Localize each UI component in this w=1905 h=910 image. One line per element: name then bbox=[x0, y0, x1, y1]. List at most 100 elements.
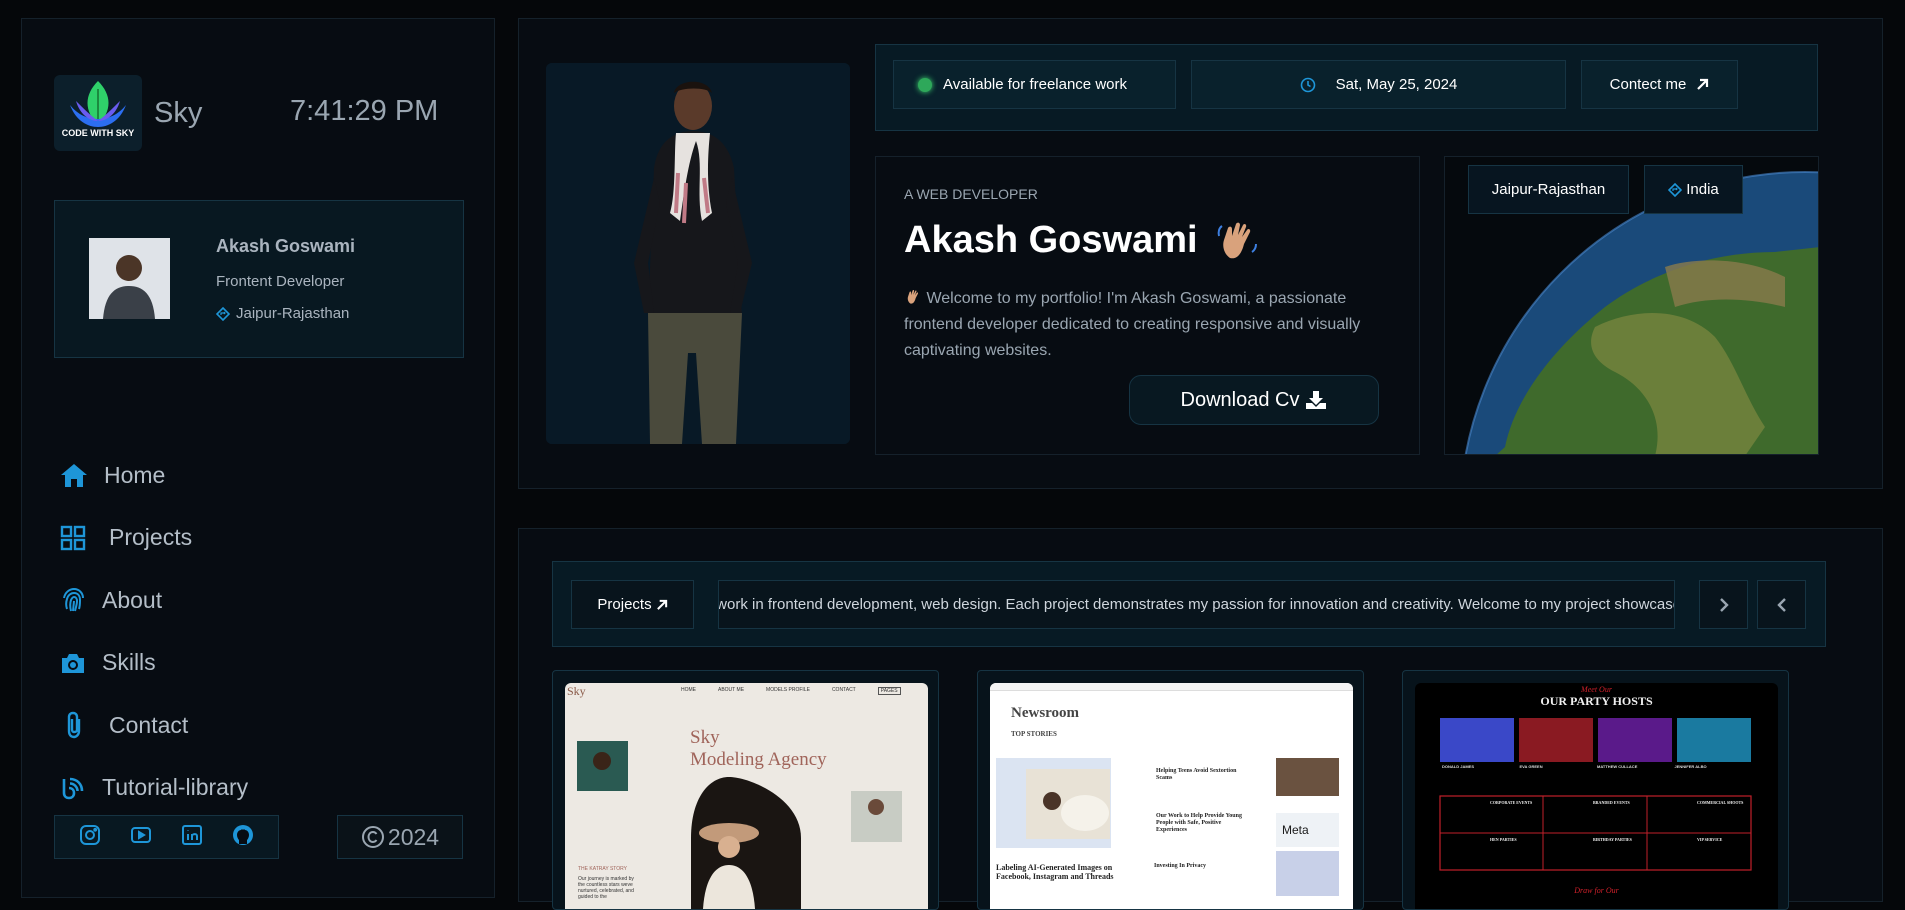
clock: 7:41:29 PM bbox=[290, 95, 439, 127]
project-thumbnail: Newsroom TOP STORIES Meta Helping Teens … bbox=[990, 683, 1353, 909]
arrow-up-right-icon bbox=[656, 599, 667, 610]
brand[interactable]: CODE WITH SKY Sky bbox=[54, 75, 202, 151]
thumb-host: DONALD JAMES bbox=[1442, 764, 1475, 769]
nav-item-tutorial-library[interactable]: Tutorial-library bbox=[60, 757, 248, 820]
intro-kicker: A WEB DEVELOPER bbox=[904, 186, 1038, 202]
location-icon bbox=[216, 306, 230, 321]
status-dot-icon bbox=[918, 77, 932, 92]
profile-role: Frontent Developer bbox=[216, 273, 345, 290]
freelance-status-label: Available for freelance work bbox=[943, 76, 1127, 93]
social-links bbox=[54, 815, 279, 859]
download-cv-label: Download Cv bbox=[1180, 388, 1300, 411]
project-card[interactable]: Sky HOME ABOUT ME MODELS PROFILE CONTACT… bbox=[552, 670, 939, 910]
project-thumbnail: Meet Our OUR PARTY HOSTS DONALD JAMES EV… bbox=[1415, 683, 1778, 909]
thumb-service: BRANDED EVENTS bbox=[1593, 800, 1630, 805]
copyright-year: 2024 bbox=[387, 823, 440, 850]
profile-name: Akash Goswami bbox=[216, 236, 356, 256]
nav-item-label: Tutorial-library bbox=[102, 774, 249, 801]
projects-marquee: r work in frontend development, web desi… bbox=[718, 580, 1675, 629]
intro-description-text: Welcome to my portfolio! I'm Akash Goswa… bbox=[904, 290, 1361, 359]
thumb-service: VIP SERVICE bbox=[1697, 837, 1723, 842]
city-label: Jaipur-Rajasthan bbox=[1491, 181, 1606, 198]
date-label: Sat, May 25, 2024 bbox=[1335, 76, 1458, 93]
linkedin-icon[interactable] bbox=[181, 824, 203, 851]
thumb-story: Our Work to Help Provide Young People wi… bbox=[1156, 813, 1242, 833]
nav-item-label: About bbox=[102, 586, 163, 613]
projects-button-label: Projects bbox=[597, 596, 652, 613]
github-icon[interactable] bbox=[232, 824, 254, 851]
youtube-icon[interactable] bbox=[130, 824, 152, 851]
hero-section: Available for freelance work Sat, May 25… bbox=[518, 18, 1883, 489]
projects-button[interactable]: Projects bbox=[571, 580, 694, 629]
download-cv-button[interactable]: Download Cv bbox=[1129, 375, 1379, 425]
avatar bbox=[89, 238, 170, 319]
download-icon bbox=[1306, 391, 1327, 409]
country-label: India bbox=[1686, 181, 1719, 198]
nav-item-home[interactable]: Home bbox=[60, 444, 248, 507]
intro-heading: Akash Goswami bbox=[904, 219, 1258, 262]
clock-icon bbox=[1300, 77, 1315, 92]
grid-icon bbox=[60, 525, 109, 551]
thumb-bottom-label: Draw for Our bbox=[1574, 886, 1619, 895]
projects-marquee-text: r work in frontend development, web desi… bbox=[718, 596, 1675, 613]
sidebar-nav: Home Projects About Skills Contact Tutor… bbox=[60, 444, 248, 819]
country-chip: India bbox=[1644, 165, 1743, 214]
nav-item-label: Home bbox=[104, 461, 166, 488]
thumb-blurb: Our journey is marked by the countless s… bbox=[578, 876, 634, 900]
paperclip-icon bbox=[60, 711, 109, 739]
chevron-left-icon bbox=[1776, 597, 1786, 612]
project-card[interactable]: Meet Our OUR PARTY HOSTS DONALD JAMES EV… bbox=[1402, 670, 1789, 910]
blog-icon bbox=[60, 775, 102, 801]
project-thumbnail: Sky HOME ABOUT ME MODELS PROFILE CONTACT… bbox=[565, 683, 928, 909]
home-icon bbox=[60, 462, 104, 488]
thumb-story: Labeling AI-Generated Images on Facebook… bbox=[996, 863, 1114, 881]
fingerprint-icon bbox=[60, 587, 102, 613]
profile-location-label: Jaipur-Rajasthan bbox=[236, 305, 350, 322]
thumb-hosts: DONALD JAMES EVA GREEN MATTHEW CULLACE J… bbox=[1442, 764, 1752, 769]
nav-item-projects[interactable]: Projects bbox=[60, 507, 248, 570]
intro-name: Akash Goswami bbox=[904, 219, 1198, 261]
thumb-service: BIRTHDAY PARTIES bbox=[1593, 837, 1632, 842]
date-chip: Sat, May 25, 2024 bbox=[1191, 60, 1566, 109]
thumb-service: CORPORATE EVENTS bbox=[1490, 800, 1533, 805]
status-bar: Available for freelance work Sat, May 25… bbox=[875, 44, 1818, 131]
nav-item-about[interactable]: About bbox=[60, 569, 248, 632]
intro-description: Welcome to my portfolio! I'm Akash Goswa… bbox=[904, 286, 1404, 364]
instagram-icon[interactable] bbox=[79, 824, 101, 851]
profile-location: Jaipur-Rajasthan bbox=[216, 305, 349, 322]
logo-text: CODE WITH SKY bbox=[61, 128, 135, 138]
thumb-service: HEN PARTIES bbox=[1490, 837, 1517, 842]
next-button[interactable] bbox=[1699, 580, 1748, 629]
nav-item-contact[interactable]: Contact bbox=[60, 694, 248, 757]
contact-me-label: Contect me bbox=[1609, 76, 1687, 93]
thumb-story: Investing In Privacy bbox=[1154, 863, 1207, 869]
copyright: 2024 bbox=[337, 815, 463, 859]
prev-button[interactable] bbox=[1757, 580, 1806, 629]
thumb-service: COMMERCIAL SHOOTS bbox=[1697, 800, 1744, 805]
thumb-host: EVA GREEN bbox=[1519, 764, 1543, 769]
project-card[interactable]: Newsroom TOP STORIES Meta Helping Teens … bbox=[977, 670, 1364, 910]
nav-item-label: Projects bbox=[109, 524, 193, 551]
intro-card: A WEB DEVELOPER Akash Goswami Welcome to… bbox=[875, 156, 1420, 455]
city-chip: Jaipur-Rajasthan bbox=[1468, 165, 1629, 214]
projects-bar: Projects r work in frontend development,… bbox=[552, 561, 1826, 647]
camera-icon bbox=[60, 652, 102, 674]
thumb-graphics bbox=[1439, 718, 1752, 871]
brand-name: Sky bbox=[154, 96, 203, 129]
thumb-story: Helping Teens Avoid Sextortion Scams bbox=[1156, 768, 1237, 781]
thumb-host: MATTHEW CULLACE bbox=[1597, 764, 1638, 769]
nav-item-skills[interactable]: Skills bbox=[60, 632, 248, 695]
thumb-host: JENNIFER ALBO bbox=[1674, 764, 1707, 769]
copyright-icon bbox=[361, 826, 384, 848]
profile-photo bbox=[546, 63, 850, 444]
logo: CODE WITH SKY bbox=[54, 75, 142, 151]
location-icon bbox=[1668, 182, 1683, 197]
waving-hand-icon bbox=[904, 289, 926, 307]
profile-card: Akash Goswami Frontent Developer Jaipur-… bbox=[54, 200, 464, 358]
contact-me-button[interactable]: Contect me bbox=[1581, 60, 1738, 109]
thumb-meta-brand: Meta bbox=[1282, 823, 1309, 837]
freelance-status: Available for freelance work bbox=[893, 60, 1176, 109]
nav-item-label: Skills bbox=[102, 649, 156, 676]
waving-hand-icon bbox=[1217, 222, 1257, 258]
thumb-section: THE KATRAY STORY bbox=[578, 866, 627, 872]
